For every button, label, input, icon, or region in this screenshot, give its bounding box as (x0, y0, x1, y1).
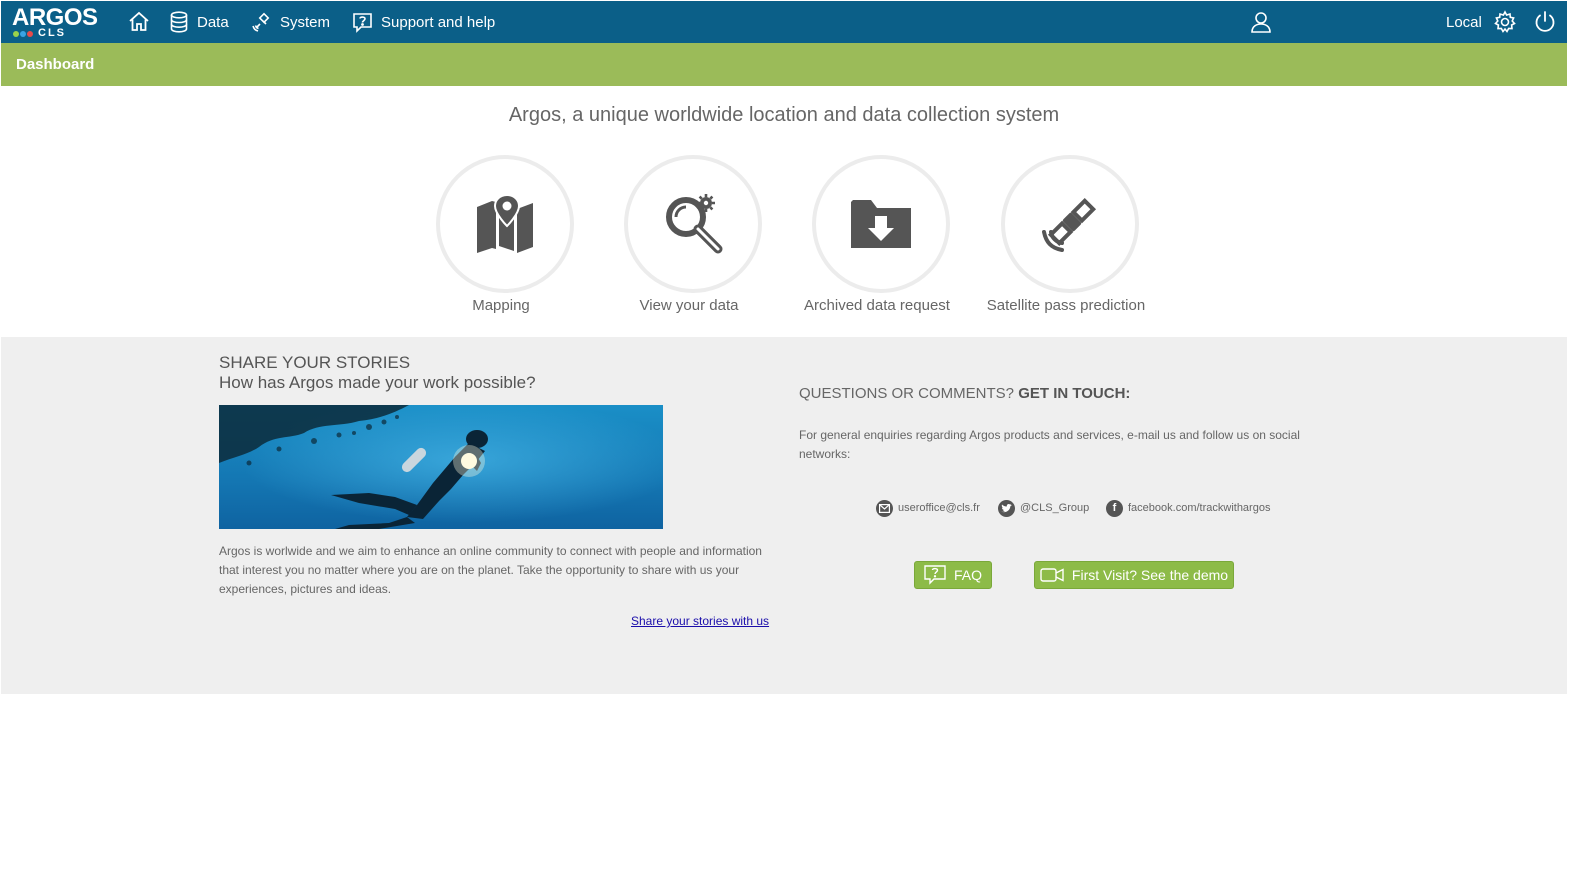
folder-download-icon (851, 200, 911, 248)
help-icon (353, 12, 372, 33)
tile-view-data[interactable]: View your data (609, 155, 779, 325)
gear-icon[interactable] (1493, 10, 1517, 34)
tile-circle (436, 155, 574, 293)
magnifier-gear-icon (666, 194, 723, 254)
demo-button[interactable]: First Visit? See the demo (1034, 561, 1234, 589)
twitter-text: @CLS_Group (1020, 502, 1090, 514)
page-title: Dashboard (16, 56, 95, 73)
database-icon (170, 11, 188, 33)
satellite-icon (1042, 197, 1097, 252)
nav-system-label: System (280, 13, 331, 31)
tile-circle (624, 155, 762, 293)
stories-heading: SHARE YOUR STORIES How has Argos made yo… (219, 353, 536, 393)
stories-body: Argos is worlwide and we aim to enhance … (219, 544, 762, 596)
faq-button[interactable]: FAQ (914, 561, 992, 589)
home-icon[interactable] (127, 10, 151, 34)
nav-data-label: Data (197, 13, 229, 31)
power-icon[interactable] (1533, 10, 1557, 34)
tile-satellite-pass-prediction[interactable]: Satellite pass prediction (986, 155, 1156, 325)
facebook-icon: f (1106, 499, 1123, 517)
stories-title: SHARE YOUR STORIES (219, 353, 411, 372)
contact-heading-bold: GET IN TOUCH: (1018, 385, 1131, 402)
contact-heading: QUESTIONS OR COMMENTS? GET IN TOUCH: (799, 385, 1130, 402)
map-pin-icon (477, 193, 533, 253)
logo-dots (13, 31, 39, 39)
nav-support-label: Support and help (381, 13, 496, 31)
facebook-link[interactable]: f facebook.com/trackwithargos (1106, 499, 1270, 517)
stories-subtitle: How has Argos made your work possible? (219, 373, 536, 392)
email-text: useroffice@cls.fr (898, 502, 980, 514)
top-navigation-bar: ARGOS CLS Data System Support and help L… (1, 1, 1567, 43)
contact-heading-normal: QUESTIONS OR COMMENTS? (799, 385, 1019, 402)
diver-photo (219, 405, 663, 529)
contact-body: For general enquiries regarding Argos pr… (799, 428, 1300, 461)
tagline: Argos, a unique worldwide location and d… (508, 104, 1060, 126)
tile-label: View your data (639, 297, 739, 314)
demo-button-label: First Visit? See the demo (1071, 567, 1229, 583)
satellite-icon (252, 12, 270, 32)
facebook-text: facebook.com/trackwithargos (1128, 502, 1271, 514)
tile-label: Archived data request (804, 297, 950, 314)
tile-label: Mapping (472, 297, 530, 314)
video-camera-icon (1040, 568, 1064, 582)
nav-data[interactable]: Data (169, 1, 229, 43)
local-time-toggle[interactable]: Local (1446, 1, 1482, 43)
twitter-icon (998, 499, 1015, 517)
email-link[interactable]: useroffice@cls.fr (876, 499, 980, 517)
faq-button-label: FAQ (953, 567, 982, 583)
nav-support[interactable]: Support and help (352, 1, 495, 43)
nav-system[interactable]: System (251, 1, 330, 43)
help-icon (924, 565, 946, 585)
tile-circle (1001, 155, 1139, 293)
local-label: Local (1446, 13, 1482, 31)
twitter-link[interactable]: @CLS_Group (998, 499, 1089, 517)
logo-subtext: CLS (38, 27, 66, 39)
tile-circle (812, 155, 950, 293)
envelope-icon (876, 499, 893, 517)
share-stories-link[interactable]: Share your stories with us (631, 614, 769, 628)
argos-logo[interactable]: ARGOS CLS (12, 5, 114, 39)
tile-label: Satellite pass prediction (986, 297, 1146, 314)
tile-archived-data-request[interactable]: Archived data request (797, 155, 967, 325)
page-header-bar: Dashboard (1, 43, 1567, 86)
tile-mapping[interactable]: Mapping (421, 155, 591, 325)
user-icon[interactable] (1249, 10, 1273, 34)
